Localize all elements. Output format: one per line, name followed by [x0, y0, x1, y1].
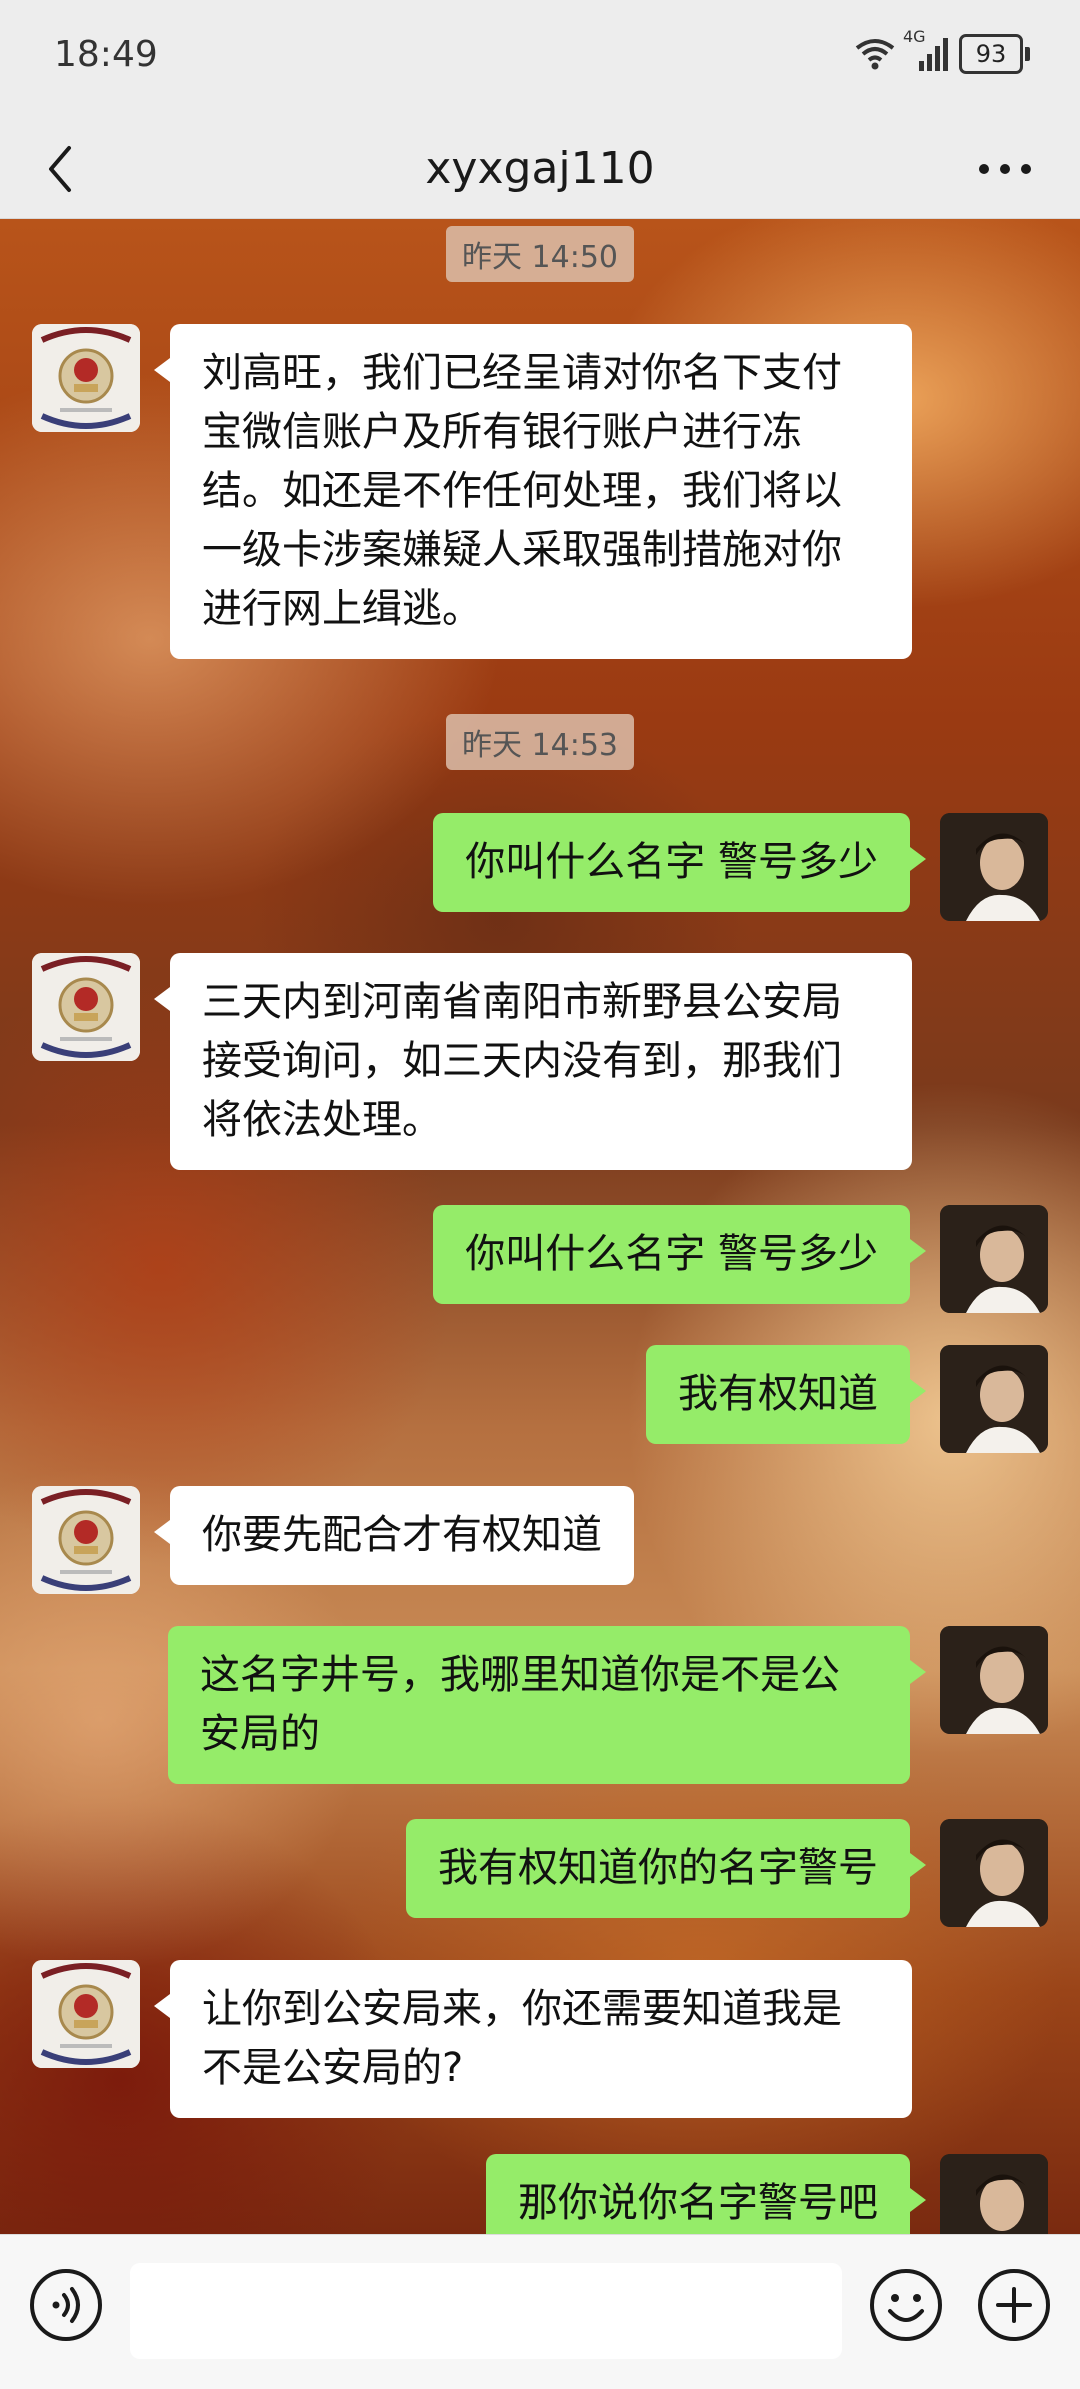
status-bar: 18:49 4G 93 — [0, 0, 1080, 118]
plus-button[interactable] — [976, 2267, 1052, 2343]
outgoing-message[interactable]: 这名字井号，我哪里知道你是不是公安局的 — [168, 1626, 926, 1784]
outgoing-message[interactable]: 我有权知道 — [646, 1345, 926, 1444]
status-time: 18:49 — [54, 34, 158, 75]
battery-icon: 93 — [959, 34, 1030, 74]
more-button[interactable] — [970, 134, 1040, 204]
incoming-message[interactable]: 让你到公安局来，你还需要知道我是不是公安局的? — [154, 1960, 912, 2118]
police-badge-icon — [32, 324, 140, 432]
incoming-message[interactable]: 刘高旺，我们已经呈请对你名下支付宝微信账户及所有银行账户进行冻结。如还是不作任何… — [154, 324, 912, 659]
message-input[interactable] — [130, 2263, 842, 2359]
incoming-message[interactable]: 三天内到河南省南阳市新野县公安局接受询问，如三天内没有到，那我们将依法处理。 — [154, 953, 912, 1170]
chat-title: xyxgaj110 — [425, 143, 655, 194]
outgoing-message[interactable]: 我有权知道你的名字警号 — [406, 1819, 926, 1918]
user-photo-icon — [940, 2154, 1048, 2234]
wifi-icon — [855, 38, 895, 70]
user-avatar[interactable] — [940, 2154, 1048, 2234]
voice-icon — [30, 2269, 102, 2341]
user-photo-icon — [940, 1819, 1048, 1927]
contact-avatar[interactable] — [32, 1486, 140, 1594]
contact-avatar[interactable] — [32, 953, 140, 1061]
battery-level: 93 — [959, 34, 1023, 74]
police-badge-icon — [32, 1960, 140, 2068]
contact-avatar[interactable] — [32, 1960, 140, 2068]
emoji-button[interactable] — [868, 2267, 944, 2343]
user-photo-icon — [940, 1345, 1048, 1453]
status-icons: 4G 93 — [855, 27, 1030, 74]
user-avatar[interactable] — [940, 1345, 1048, 1453]
user-photo-icon — [940, 1205, 1048, 1313]
user-avatar[interactable] — [940, 1205, 1048, 1313]
chat-header: xyxgaj110 — [0, 118, 1080, 219]
user-avatar[interactable] — [940, 1819, 1048, 1927]
message-timestamp: 昨天 14:50 — [446, 226, 634, 282]
chat-messages[interactable]: 昨天 14:50 刘高旺，我们已经呈请对你名下支付宝微信账户及所有银行账户进行冻… — [0, 219, 1080, 2234]
outgoing-message[interactable]: 你叫什么名字 警号多少 — [433, 813, 926, 912]
police-badge-icon — [32, 1486, 140, 1594]
police-badge-icon — [32, 953, 140, 1061]
network-type-label: 4G — [903, 27, 926, 46]
plus-icon — [978, 2269, 1050, 2341]
incoming-message[interactable]: 你要先配合才有权知道 — [154, 1486, 634, 1585]
signal-icon: 4G — [903, 27, 949, 71]
more-dots-icon — [979, 164, 1031, 174]
contact-avatar[interactable] — [32, 324, 140, 432]
outgoing-message[interactable]: 你叫什么名字 警号多少 — [433, 1205, 926, 1304]
user-photo-icon — [940, 1626, 1048, 1734]
message-timestamp: 昨天 14:53 — [446, 714, 634, 770]
outgoing-message[interactable]: 那你说你名字警号吧 — [486, 2154, 926, 2234]
message-input-bar — [0, 2234, 1080, 2389]
emoji-icon — [870, 2269, 942, 2341]
voice-button[interactable] — [28, 2267, 104, 2343]
user-avatar[interactable] — [940, 1626, 1048, 1734]
user-avatar[interactable] — [940, 813, 1048, 921]
user-photo-icon — [940, 813, 1048, 921]
